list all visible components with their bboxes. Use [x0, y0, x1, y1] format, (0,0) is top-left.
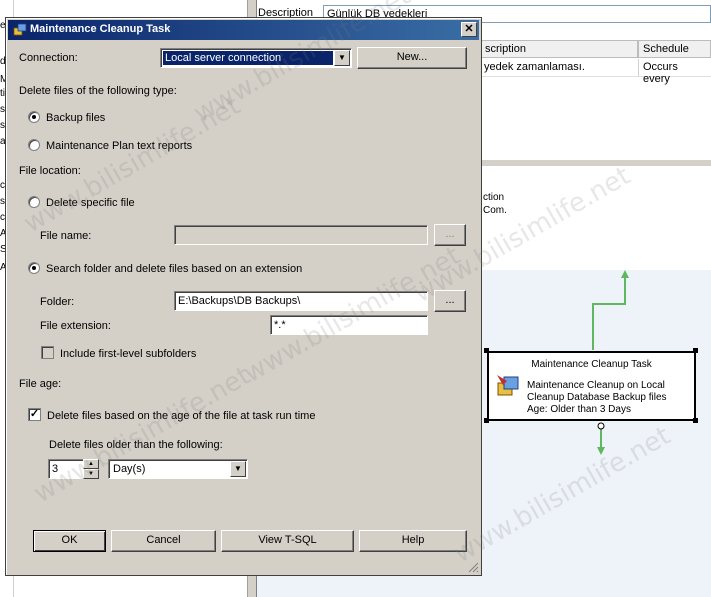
- stub-line: Com.: [483, 205, 507, 216]
- grid-cell-description[interactable]: yedek zamanlaması.: [480, 59, 638, 77]
- delete-by-age-checkbox[interactable]: ✓: [28, 408, 41, 421]
- delete-specific-file-radio[interactable]: [28, 196, 40, 208]
- delete-specific-file-label[interactable]: Delete specific file: [46, 197, 135, 209]
- cleanup-task-icon: [497, 375, 519, 396]
- cancel-button[interactable]: Cancel: [111, 530, 216, 552]
- backup-files-radio[interactable]: [28, 111, 40, 123]
- ok-button[interactable]: OK: [33, 530, 106, 552]
- grid-header-description[interactable]: scription: [480, 40, 638, 58]
- file-location-label: File location:: [19, 165, 81, 177]
- file-name-input[interactable]: [174, 225, 428, 245]
- dialog-titlebar[interactable]: Maintenance Cleanup Task ✕: [8, 20, 479, 40]
- spin-up-icon[interactable]: ▲: [83, 459, 99, 469]
- resize-grip-icon[interactable]: [467, 561, 479, 573]
- task-box-line: Cleanup Database Backup files: [527, 392, 667, 403]
- folder-label: Folder:: [40, 296, 75, 308]
- older-than-label: Delete files older than the following:: [49, 439, 223, 451]
- help-button[interactable]: Help: [359, 530, 467, 552]
- folder-input[interactable]: E:\Backups\DB Backups\: [174, 291, 428, 311]
- grid-header-schedule[interactable]: Schedule: [638, 40, 711, 58]
- task-box-title: Maintenance Cleanup Task: [531, 359, 652, 370]
- task-box-line: Maintenance Cleanup on Local: [527, 380, 665, 391]
- include-subfolders-label[interactable]: Include first-level subfolders: [60, 348, 196, 360]
- close-icon: ✕: [464, 23, 474, 35]
- resize-handle[interactable]: [484, 348, 489, 353]
- chevron-down-icon[interactable]: ▼: [230, 461, 246, 477]
- spin-down-icon[interactable]: ▼: [83, 469, 99, 479]
- checkmark-icon: ✓: [29, 408, 40, 420]
- connection-label: Connection:: [19, 52, 78, 64]
- file-name-label: File name:: [40, 230, 92, 242]
- dialog-title: Maintenance Cleanup Task: [30, 23, 171, 35]
- maintenance-cleanup-task-box[interactable]: Maintenance Cleanup Task Maintenance Cle…: [487, 351, 696, 421]
- view-tsql-button[interactable]: View T-SQL: [221, 530, 354, 552]
- chevron-down-icon[interactable]: ▼: [334, 50, 350, 66]
- connection-selected-value: Local server connection: [163, 51, 333, 65]
- search-folder-label[interactable]: Search folder and delete files based on …: [46, 263, 302, 275]
- backup-files-label[interactable]: Backup files: [46, 112, 105, 124]
- grid-cell-schedule[interactable]: Occurs every: [638, 59, 711, 85]
- age-unit-value: Day(s): [113, 463, 146, 475]
- search-folder-radio[interactable]: [28, 262, 40, 274]
- stub-line: ction: [483, 192, 505, 203]
- browse-file-button[interactable]: ...: [434, 224, 466, 246]
- text-reports-radio[interactable]: [28, 139, 40, 151]
- file-extension-label: File extension:: [40, 320, 111, 332]
- resize-handle[interactable]: [693, 418, 698, 423]
- task-box-line: Age: Older than 3 Days: [527, 404, 631, 415]
- subplan-grid: scription Schedule yedek zamanlaması. Oc…: [480, 40, 711, 160]
- age-number-spinner[interactable]: ▲ ▼: [83, 459, 99, 479]
- text-reports-label[interactable]: Maintenance Plan text reports: [46, 140, 192, 152]
- file-age-label: File age:: [19, 378, 62, 390]
- connection-select[interactable]: Local server connection ▼: [160, 48, 352, 68]
- maintenance-cleanup-dialog: Maintenance Cleanup Task ✕ Connection: L…: [5, 17, 482, 576]
- browse-folder-button[interactable]: ...: [434, 290, 466, 312]
- close-button[interactable]: ✕: [461, 22, 477, 37]
- delete-by-age-label[interactable]: Delete files based on the age of the fil…: [47, 410, 315, 422]
- age-number-input[interactable]: 3: [48, 459, 84, 479]
- new-connection-button[interactable]: New...: [357, 47, 467, 69]
- task-icon: [13, 23, 27, 36]
- resize-handle[interactable]: [693, 348, 698, 353]
- file-extension-input[interactable]: *.*: [270, 315, 428, 335]
- resize-handle[interactable]: [484, 418, 489, 423]
- age-unit-select[interactable]: Day(s) ▼: [108, 459, 248, 479]
- design-surface-top: [480, 166, 711, 270]
- include-subfolders-checkbox[interactable]: [41, 346, 54, 359]
- delete-type-label: Delete files of the following type:: [19, 85, 177, 97]
